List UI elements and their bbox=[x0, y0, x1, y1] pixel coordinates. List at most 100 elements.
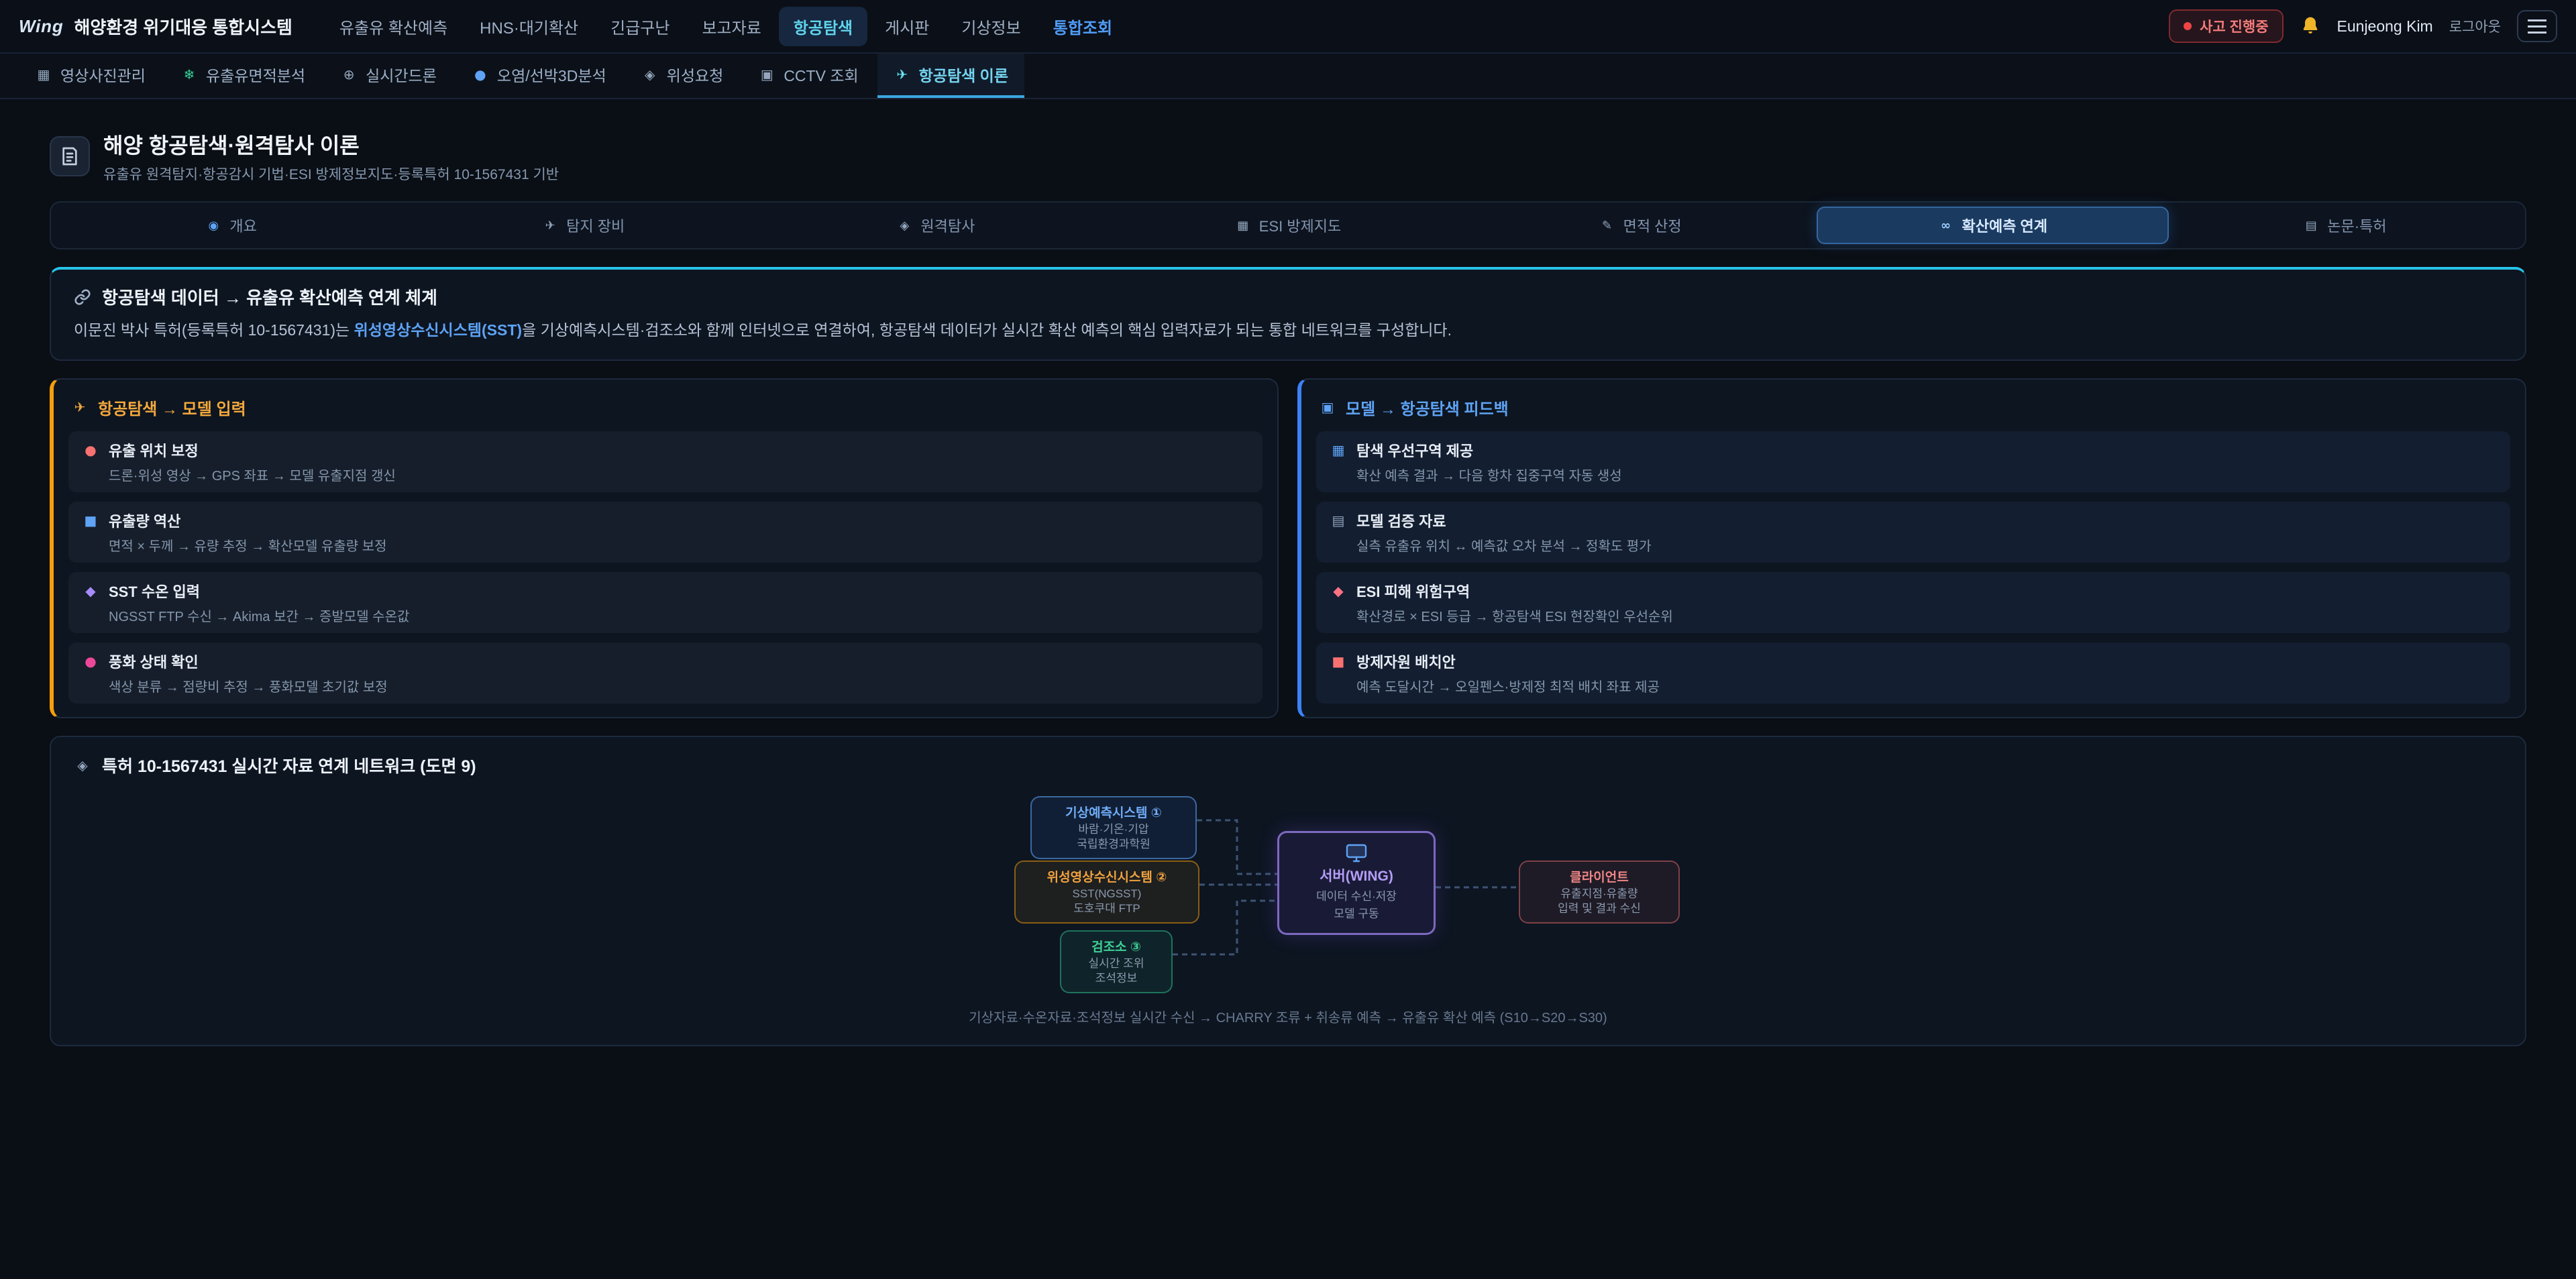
row-title: 유출량 역산 bbox=[109, 510, 180, 531]
tab-prediction-linkage[interactable]: ∞ 확산예측 연계 bbox=[1817, 207, 2169, 244]
subnav-label: CCTV 조회 bbox=[784, 63, 858, 86]
input-card-title-row: ✈ 항공탐색 → 모델 입력 bbox=[71, 396, 1260, 419]
subnav-label: 유출유면적분석 bbox=[206, 63, 305, 86]
incident-dot-icon bbox=[2184, 22, 2192, 30]
cctv-icon: ▣ bbox=[758, 66, 775, 82]
topbar-right: 사고 진행중 Eunjeong Kim 로그아웃 bbox=[2169, 9, 2557, 43]
linkage-desc-prefix: 이문진 박사 특허(등록특허 10-1567431)는 bbox=[74, 321, 354, 339]
subnav-item-realtime-drone[interactable]: ⊕ 실시간드론 bbox=[324, 54, 453, 98]
node-line: 유출지점·유출량 bbox=[1529, 887, 1669, 902]
incident-status-badge[interactable]: 사고 진행중 bbox=[2169, 9, 2283, 43]
patent-network-card: ◈ 특허 10-1567431 실시간 자료 연계 네트워크 (도면 9) 기상… bbox=[50, 736, 2526, 1046]
user-name: Eunjeong Kim bbox=[2337, 17, 2433, 36]
linkage-desc-highlight[interactable]: 위성영상수신시스템(SST) bbox=[354, 321, 523, 339]
drone-icon: ⊕ bbox=[340, 66, 358, 82]
map-icon: ▦ bbox=[1330, 442, 1347, 458]
feedback-card-title: 모델 → 항공탐색 피드백 bbox=[1346, 396, 1509, 419]
overview-icon: ◉ bbox=[205, 219, 221, 233]
monitor-icon: ▣ bbox=[1319, 399, 1336, 415]
row-title: SST 수온 입력 bbox=[109, 580, 200, 602]
input-card-title: 항공탐색 → 모델 입력 bbox=[98, 396, 246, 419]
subnav-label: 오염/선박3D분석 bbox=[497, 63, 606, 86]
aerial-theory-icon: ✈ bbox=[894, 66, 911, 82]
subnav-item-cctv[interactable]: ▣ CCTV 조회 bbox=[742, 54, 874, 98]
remote-sensing-icon: ◈ bbox=[896, 219, 912, 233]
tab-area-calculation[interactable]: ✎ 면적 산정 bbox=[1464, 207, 1817, 244]
page-title: 해양 항공탐색·원격탐사 이론 bbox=[103, 129, 559, 160]
row-desc: 예측 도달시간 → 오일펜스·방제정 최적 배치 좌표 제공 bbox=[1356, 676, 2497, 696]
subnav-item-ship-3d[interactable]: ● 오염/선박3D분석 bbox=[455, 54, 623, 98]
node-tide-station: 검조소 ③ 실시간 조위 조석정보 bbox=[1060, 930, 1173, 994]
page-icon bbox=[50, 136, 90, 176]
node-line: 데이터 수신·저장 bbox=[1316, 889, 1397, 905]
hamburger-menu-icon[interactable] bbox=[2517, 10, 2557, 42]
node-satellite-system: 위성영상수신시스템 ② SST(NGSST) 도호쿠대 FTP bbox=[1014, 860, 1199, 924]
papers-icon: ▤ bbox=[2303, 219, 2319, 233]
node-wing-server: 서버(WING) 데이터 수신·저장 모델 구동 bbox=[1277, 831, 1436, 936]
node-line: SST(NGSST) bbox=[1025, 887, 1189, 902]
nav-item-hns[interactable]: HNS·대기확산 bbox=[465, 7, 593, 46]
logout-button[interactable]: 로그아웃 bbox=[2449, 16, 2501, 36]
nav-item-rescue[interactable]: 긴급구난 bbox=[596, 7, 684, 46]
row-title: 유출 위치 보정 bbox=[109, 439, 199, 461]
main-content: 해양 항공탐색·원격탐사 이론 유출유 원격탐지·항공감시 기법·ESI 방제정… bbox=[0, 129, 2576, 1046]
nav-item-board[interactable]: 게시판 bbox=[870, 7, 944, 46]
node-line: 바람·기온·기압 bbox=[1041, 822, 1186, 838]
tab-overview[interactable]: ◉ 개요 bbox=[55, 207, 407, 244]
server-monitor-icon bbox=[1346, 844, 1367, 863]
tab-label: 논문·특허 bbox=[2327, 215, 2386, 236]
pollution-3d-icon: ● bbox=[472, 66, 489, 82]
row-title: 탐색 우선구역 제공 bbox=[1356, 439, 1473, 461]
row-desc: 면적 × 두께 → 유량 추정 → 확산모델 유출량 보정 bbox=[109, 535, 1249, 555]
nav-item-spill-prediction[interactable]: 유출유 확산예측 bbox=[325, 7, 462, 46]
subnav-item-aerial-theory[interactable]: ✈ 항공탐색 이론 bbox=[877, 54, 1024, 98]
node-line: 조석정보 bbox=[1071, 971, 1162, 987]
node-line: 입력 및 결과 수신 bbox=[1529, 901, 1669, 917]
node-line: 국립환경과학원 bbox=[1041, 837, 1186, 852]
plane-icon: ✈ bbox=[71, 399, 89, 415]
list-item: ▦ 탐색 우선구역 제공 확산 예측 결과 → 다음 항차 집중구역 자동 생성 bbox=[1316, 431, 2510, 492]
subnav-item-satellite-request[interactable]: ◈ 위성요청 bbox=[625, 54, 740, 98]
thermometer-icon: ◆ bbox=[82, 583, 99, 599]
list-item: ■방제자원 배치안 예측 도달시간 → 오일펜스·방제정 최적 배치 좌표 제공 bbox=[1316, 643, 2510, 704]
subnav: ▦ 영상사진관리 ❄ 유출유면적분석 ⊕ 실시간드론 ● 오염/선박3D분석 ◈… bbox=[0, 54, 2576, 99]
subnav-item-area-analysis[interactable]: ❄ 유출유면적분석 bbox=[164, 54, 321, 98]
aerial-to-model-card: ✈ 항공탐색 → 모델 입력 ● 유출 위치 보정 드론·위성 영상 → GPS … bbox=[50, 378, 1279, 718]
row-title: ESI 피해 위험구역 bbox=[1356, 580, 1470, 602]
network-icon: ◈ bbox=[74, 757, 91, 773]
row-desc: 색상 분류 → 점량비 추정 → 풍화모델 초기값 보정 bbox=[109, 676, 1249, 696]
node-line: 모델 구동 bbox=[1334, 907, 1379, 922]
linkage-icon: ∞ bbox=[1937, 219, 1953, 233]
row-desc: 드론·위성 영상 → GPS 좌표 → 모델 유출지점 갱신 bbox=[109, 465, 1249, 484]
esi-map-icon: ▦ bbox=[1235, 219, 1251, 233]
topbar: Wing 해양환경 위기대응 통합시스템 유출유 확산예측 HNS·대기확산 긴… bbox=[0, 0, 2576, 54]
row-desc: 확산 예측 결과 → 다음 항차 집중구역 자동 생성 bbox=[1356, 465, 2497, 484]
list-item: ▤모델 검증 자료 실측 유출유 위치 ↔ 예측값 오차 분석 → 정확도 평가 bbox=[1316, 502, 2510, 563]
node-title: 기상예측시스템 ① bbox=[1041, 803, 1186, 821]
network-diagram: 기상예측시스템 ① 바람·기온·기압 국립환경과학원 위성영상수신시스템 ② S… bbox=[859, 796, 1717, 995]
nav-item-integrated-search[interactable]: 통합조회 bbox=[1038, 7, 1127, 46]
row-title: 방제자원 배치안 bbox=[1356, 651, 1456, 672]
node-title: 서버(WING) bbox=[1320, 865, 1393, 885]
subnav-label: 영상사진관리 bbox=[60, 63, 146, 86]
nav-item-weather[interactable]: 기상정보 bbox=[947, 7, 1035, 46]
tab-esi-map[interactable]: ▦ ESI 방제지도 bbox=[1112, 207, 1464, 244]
tab-papers-patents[interactable]: ▤ 논문·특허 bbox=[2169, 207, 2521, 244]
page-header-text: 해양 항공탐색·원격탐사 이론 유출유 원격탐지·항공감시 기법·ESI 방제정… bbox=[103, 129, 559, 184]
nav-item-reports[interactable]: 보고자료 bbox=[687, 7, 775, 46]
tab-remote-sensing[interactable]: ◈ 원격탐사 bbox=[759, 207, 1112, 244]
row-desc: NGSST FTP 수신 → Akima 보간 → 증발모델 수온값 bbox=[109, 606, 1249, 625]
node-title: 검조소 ③ bbox=[1071, 937, 1162, 955]
nav-item-aerial-search[interactable]: 항공탐색 bbox=[779, 7, 867, 46]
feedback-card-title-row: ▣ 모델 → 항공탐색 피드백 bbox=[1319, 396, 2508, 419]
node-title: 클라이언트 bbox=[1529, 867, 1669, 885]
subnav-item-image-management[interactable]: ▦ 영상사진관리 bbox=[19, 54, 162, 98]
palette-icon: ● bbox=[82, 653, 99, 669]
subnav-label: 위성요청 bbox=[667, 63, 724, 86]
bell-icon[interactable] bbox=[2300, 15, 2321, 37]
tab-label: 확산예측 연계 bbox=[1962, 215, 2047, 236]
linkage-description: 이문진 박사 특허(등록특허 10-1567431)는 위성영상수신시스템(SS… bbox=[74, 319, 2502, 342]
row-desc: 실측 유출유 위치 ↔ 예측값 오차 분석 → 정확도 평가 bbox=[1356, 535, 2497, 555]
plane-icon: ✈ bbox=[542, 219, 558, 233]
tab-detection-equipment[interactable]: ✈ 탐지 장비 bbox=[407, 207, 759, 244]
